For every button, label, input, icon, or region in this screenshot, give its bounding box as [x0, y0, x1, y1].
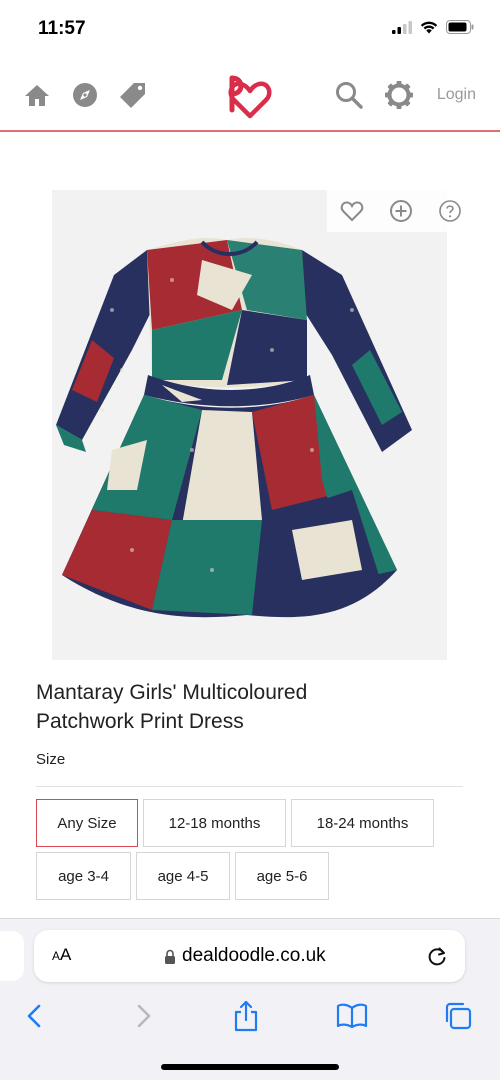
status-icons	[392, 20, 474, 34]
reader-options-button[interactable]: AA	[52, 945, 71, 965]
bookmarks-icon[interactable]	[334, 999, 370, 1033]
logo[interactable]	[224, 68, 276, 120]
forward-icon[interactable]	[125, 999, 161, 1033]
add-icon[interactable]	[388, 198, 414, 224]
size-option-18-24-months[interactable]: 18-24 months	[291, 799, 434, 847]
size-option-age-5-6[interactable]: age 5-6	[235, 852, 329, 900]
tag-icon[interactable]	[118, 80, 148, 110]
product-title-line-1: Mantaray Girls' Multicoloured	[36, 681, 308, 704]
status-bar: 11:57	[0, 0, 500, 58]
back-icon[interactable]	[17, 999, 53, 1033]
status-time: 11:57	[38, 18, 86, 39]
share-icon[interactable]	[228, 999, 264, 1033]
size-option-age-4-5[interactable]: age 4-5	[136, 852, 230, 900]
wifi-icon	[420, 21, 438, 33]
size-label: Size	[36, 751, 66, 768]
compass-icon[interactable]	[70, 80, 100, 110]
home-indicator[interactable]	[161, 1064, 339, 1070]
product-image[interactable]	[52, 190, 447, 660]
size-option-12-18-months[interactable]: 12-18 months	[143, 799, 286, 847]
divider	[36, 786, 463, 787]
url-text: dealdoodle.co.uk	[182, 945, 326, 966]
lock-icon	[165, 949, 175, 964]
size-option-age-3-4[interactable]: age 3-4	[36, 852, 131, 900]
browser-toolbar: AA dealdoodle.co.uk	[0, 918, 500, 1080]
tabs-icon[interactable]	[440, 999, 476, 1033]
signal-icon	[392, 20, 412, 34]
battery-icon	[446, 20, 474, 34]
settings-icon[interactable]	[384, 80, 414, 110]
login-link[interactable]: Login	[437, 86, 476, 104]
home-icon[interactable]	[22, 80, 52, 110]
help-icon[interactable]	[437, 198, 463, 224]
product-title-line-2: Patchwork Print Dress	[36, 710, 244, 733]
reload-icon[interactable]	[425, 944, 449, 968]
url-display[interactable]: dealdoodle.co.uk	[164, 945, 326, 967]
previous-tab-peek[interactable]	[0, 931, 24, 981]
heart-icon[interactable]	[339, 198, 365, 224]
site-header: Login	[0, 58, 500, 132]
address-bar[interactable]: AA dealdoodle.co.uk	[34, 930, 465, 982]
size-option-any-size[interactable]: Any Size	[36, 799, 138, 847]
search-icon[interactable]	[334, 80, 364, 110]
dress-illustration	[52, 190, 447, 660]
product-title: Mantaray Girls' Multicoloured Patchwork …	[36, 678, 466, 736]
image-actions	[327, 190, 475, 232]
